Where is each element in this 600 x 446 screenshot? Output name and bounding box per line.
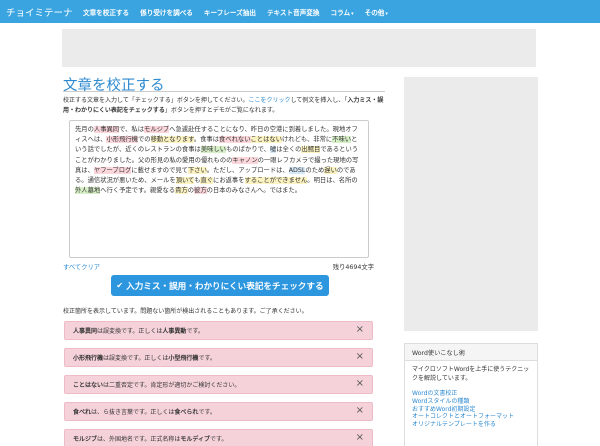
alert-item: ことはない は二重否定です。肯定形が適切かご検討ください。 × (64, 375, 373, 394)
nav-column-label: コラム (330, 8, 351, 17)
alert-item: 人事異同 は誤変換です。正しくは 人事異動 です。 × (64, 321, 373, 340)
alert-item: モルジブ は、外国地名です。正式名称は モルディブ です。 × (64, 429, 373, 446)
highlighted-phrase: 不味い (332, 136, 352, 144)
highlighted-phrase: 外人墓地 (75, 187, 101, 195)
editor-text: けれども、非常に (281, 136, 333, 144)
highlighted-phrase: ADSL (288, 166, 306, 174)
close-icon[interactable]: × (356, 351, 364, 362)
clear-all-link[interactable]: すべてクリア (63, 262, 100, 271)
intro-text: 校正する文章を入力して「チェックする」ボタンを押してください。ここをクリックして… (63, 97, 384, 114)
editor-text: にお返事を (213, 177, 245, 185)
close-icon[interactable]: × (356, 324, 364, 335)
text-input-area[interactable]: 先月の人事異同で、私はモルジブへ急遽赴任することになり、昨日の空港に到着しました… (69, 120, 369, 258)
editor-text: で、私は (119, 126, 145, 133)
highlighted-phrase: モルジブ (144, 126, 170, 133)
sidebar-link[interactable]: オリジナルテンプレートを作る (412, 421, 530, 429)
check-icon: ✔ (116, 281, 124, 290)
highlighted-phrase: 食べれない (219, 136, 251, 144)
alert-item: 食べれ は、ら抜き言葉です。正しくは 食べられ です。 × (64, 402, 373, 421)
chevron-down-icon: ▾ (385, 10, 388, 17)
alert-item: 小形飛行機 は誤変換です。正しくは 小型飛行機 です。 × (64, 348, 373, 367)
editor-text: での (137, 136, 151, 144)
ad-banner (62, 29, 536, 67)
highlighted-phrase: ことはない (250, 136, 282, 144)
highlighted-phrase: することができません (244, 177, 308, 185)
editor-text: 。明日は、名所の (307, 177, 358, 185)
sample-text-link[interactable]: ここをクリック (248, 97, 290, 104)
remaining-chars: 残り4694文字 (332, 264, 374, 271)
editor-text: へ行く予定です。親愛なる (100, 187, 176, 195)
editor-text: 先月の (75, 126, 94, 133)
highlighted-phrase: 直ぐ (200, 177, 214, 185)
editor-text: に載せますので見て (131, 166, 188, 174)
word-tips-panel: Word使いこなし術 マイクロソフトWordを上手に使うテクニックを解説していま… (404, 343, 538, 446)
panel-description: マイクロソフトWordを上手に使うテクニックを解説しています。 (412, 366, 530, 382)
close-icon[interactable]: × (356, 405, 364, 416)
result-note: 校正箇所を表示しています。問題ない箇所が検出されることもあります。ご了承ください… (63, 308, 308, 315)
highlighted-phrase: 美味しい (200, 146, 226, 154)
check-button[interactable]: ✔ 入力ミス・誤用・わかりにくい表記をチェックする (111, 275, 329, 296)
highlighted-phrase: 人事異同 (93, 126, 120, 133)
nav-column-dropdown[interactable]: コラム▾ (331, 7, 354, 17)
editor-text: の日本のみなさんへ。ではまた。 (206, 187, 302, 195)
highlighted-phrase: 彼方 (194, 187, 207, 195)
nav-other-dropdown[interactable]: その他▾ (365, 7, 388, 17)
nav-proofread[interactable]: 文章を校正する (83, 7, 129, 17)
highlighted-phrase: 移動となります (150, 136, 194, 144)
site-logo[interactable]: チョイミテーナ (0, 5, 73, 19)
nav-other-label: その他 (364, 8, 385, 17)
editor-text: のため (305, 166, 325, 174)
nav-tts[interactable]: テキスト音声変換 (267, 7, 320, 17)
close-icon[interactable]: × (356, 378, 364, 389)
close-icon[interactable]: × (356, 432, 364, 443)
top-navbar: チョイミテーナ 文章を校正する 係り受けを調べる キーフレーズ抽出 テキスト音声… (0, 0, 600, 23)
editor-text: 。ただし、アップロードは、 (206, 166, 289, 174)
sidebar-link[interactable]: Wordの文書校正 (412, 390, 530, 398)
highlighted-phrase: キャノン (232, 156, 258, 164)
editor-text: は全くの (276, 146, 302, 154)
highlighted-phrase: 小形飛行機 (106, 136, 138, 144)
sidebar-link[interactable]: おすすめWord初期設定 (412, 406, 530, 414)
editor-text: ものばかりで、 (226, 146, 270, 154)
sidebar-ad (404, 77, 538, 331)
highlighted-phrase: ヤフーブログ (93, 166, 132, 174)
panel-title: Word使いこなし術 (405, 344, 537, 361)
nav-dependency[interactable]: 係り受けを調べる (140, 7, 193, 17)
nav-keyphrase[interactable]: キーフレーズ抽出 (204, 7, 256, 17)
sidebar-link[interactable]: Wordスタイルの種類 (412, 398, 530, 406)
panel-links: Wordの文書校正 Wordスタイルの種類 おすすめWord初期設定 オートコレ… (405, 383, 537, 429)
title-divider (63, 91, 385, 92)
highlighted-phrase: 遅い (324, 166, 337, 174)
check-button-label: 入力ミス・誤用・わかりにくい表記をチェックする (126, 281, 324, 292)
chevron-down-icon: ▾ (351, 10, 354, 17)
highlighted-phrase: 出鱈目 (301, 146, 321, 154)
highlighted-phrase: 貴方 (175, 187, 188, 195)
highlighted-phrase: 下さい (187, 166, 207, 174)
highlighted-phrase: 頂いて (175, 177, 195, 185)
editor-text: 。食事は (193, 136, 220, 144)
